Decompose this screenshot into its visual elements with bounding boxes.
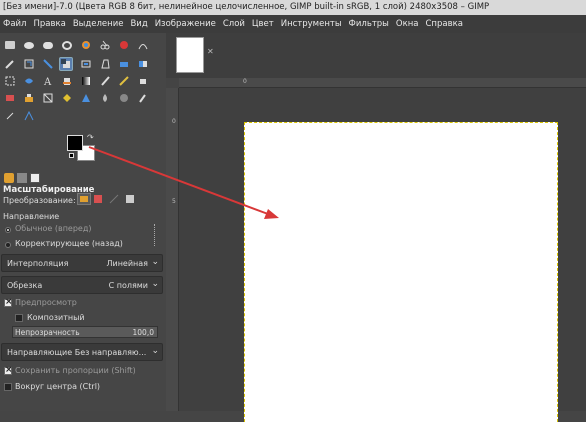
annotation-arrow: [88, 146, 279, 219]
